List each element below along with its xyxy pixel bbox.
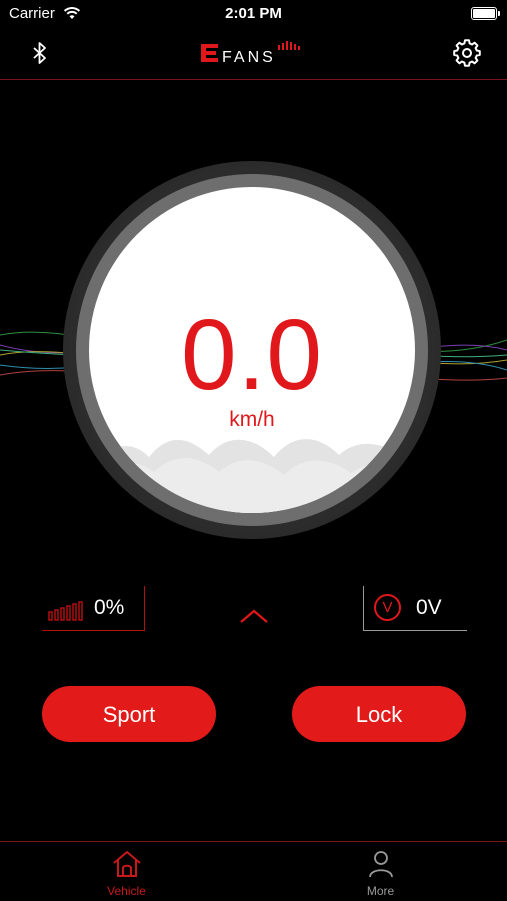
status-bar: Carrier 2:01 PM bbox=[0, 0, 507, 28]
bluetooth-icon[interactable] bbox=[28, 40, 52, 68]
battery-percent: 0% bbox=[94, 596, 125, 619]
voltage-stat: V 0V bbox=[363, 586, 467, 631]
gear-icon[interactable] bbox=[452, 38, 482, 68]
chevron-up-icon[interactable] bbox=[237, 605, 271, 627]
tab-more-label: More bbox=[366, 884, 395, 898]
app-header: FANS bbox=[0, 28, 507, 80]
tab-vehicle-label: Vehicle bbox=[107, 884, 146, 898]
efans-logo: FANS bbox=[198, 38, 310, 68]
speed-value: 0.0 bbox=[180, 299, 323, 411]
battery-level-stat: 0% bbox=[42, 586, 145, 631]
person-icon bbox=[369, 851, 393, 878]
sport-mode-button[interactable]: Sport bbox=[42, 686, 216, 742]
voltage-value: 0V bbox=[416, 596, 442, 619]
speed-unit: km/h bbox=[229, 408, 275, 431]
tab-vehicle[interactable]: Vehicle bbox=[0, 842, 253, 901]
signal-bars-icon bbox=[48, 601, 83, 621]
svg-text:FANS: FANS bbox=[222, 49, 276, 66]
tab-more[interactable]: More bbox=[254, 842, 507, 901]
tab-bar: Vehicle More bbox=[0, 841, 507, 901]
voltage-icon: V bbox=[374, 594, 401, 621]
home-icon bbox=[113, 851, 141, 877]
clock: 2:01 PM bbox=[225, 5, 282, 22]
lock-button[interactable]: Lock bbox=[292, 686, 466, 742]
battery-icon bbox=[471, 7, 500, 20]
